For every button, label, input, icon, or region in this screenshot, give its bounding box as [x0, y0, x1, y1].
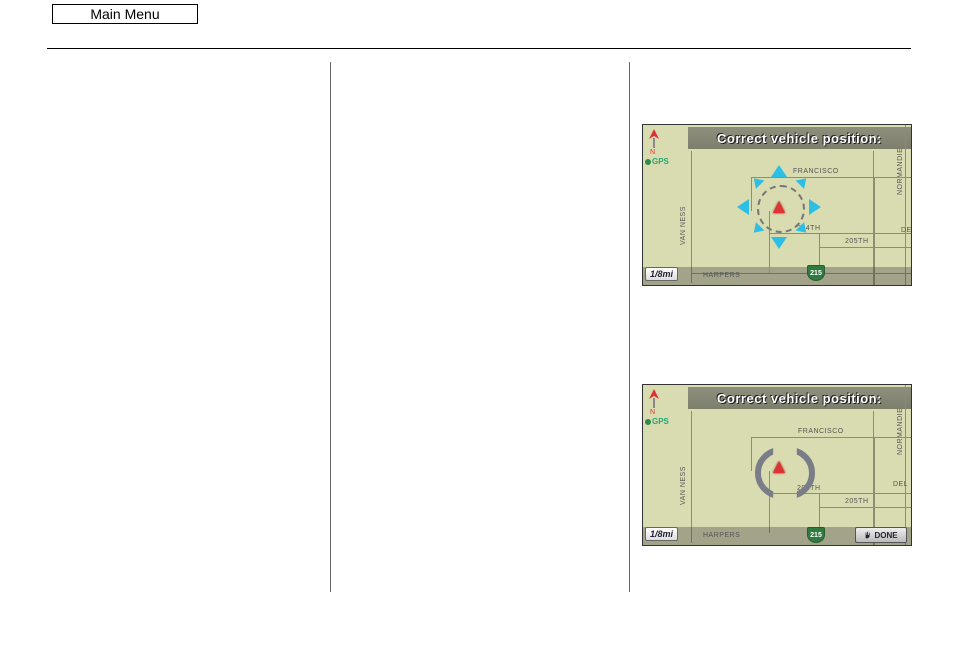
road-name-normandie: NORMANDIE: [897, 148, 904, 195]
map-scale[interactable]: 1/8mi: [645, 527, 678, 541]
scroll-right-arrow[interactable]: [809, 199, 821, 215]
highway-shield-icon: 215: [807, 527, 825, 543]
road-name-van-ness: VAN NESS: [680, 466, 687, 505]
road-line: [873, 411, 874, 437]
map-scale[interactable]: 1/8mi: [645, 267, 678, 281]
gps-indicator: GPS: [645, 417, 669, 426]
road-line: [819, 507, 911, 508]
road-line: [873, 151, 874, 177]
panel-title: Correct vehicle position:: [688, 387, 911, 409]
hand-icon: [864, 531, 872, 539]
header-divider: [47, 48, 911, 49]
road-name-harpers: HARPERS: [703, 272, 740, 279]
map-panel-position: Correct vehicle position: N GPS VAN NESS…: [642, 124, 912, 286]
column-divider: [629, 62, 630, 592]
road-line: [769, 233, 911, 234]
main-menu-button[interactable]: Main Menu: [52, 4, 198, 24]
road-line: [691, 411, 692, 543]
road-name-francisco: FRANCISCO: [798, 428, 844, 435]
gps-status-icon: [645, 159, 651, 165]
svg-text:N: N: [650, 409, 655, 415]
north-indicator: N: [647, 389, 661, 415]
vehicle-arrow-icon: [773, 461, 785, 473]
svg-text:N: N: [650, 149, 655, 155]
highway-shield-icon: 215: [807, 265, 825, 281]
gps-status-icon: [645, 419, 651, 425]
done-button[interactable]: DONE: [855, 527, 907, 543]
road-name-normandie: NORMANDIE: [897, 408, 904, 455]
road-line: [819, 247, 911, 248]
scroll-down-arrow[interactable]: [771, 237, 787, 249]
north-indicator: N: [647, 129, 661, 155]
road-line: [905, 385, 906, 545]
road-name-francisco: FRANCISCO: [793, 168, 839, 175]
scroll-left-arrow[interactable]: [737, 199, 749, 215]
scroll-up-arrow[interactable]: [771, 165, 787, 177]
road-name-del: DEL: [901, 227, 912, 234]
gps-indicator: GPS: [645, 157, 669, 166]
road-line: [691, 151, 692, 283]
bottom-strip: [643, 267, 911, 285]
vehicle-arrow-icon: [773, 201, 785, 213]
road-name-harpers: HARPERS: [703, 532, 740, 539]
main-menu-label: Main Menu: [90, 6, 159, 22]
road-name-van-ness: VAN NESS: [680, 206, 687, 245]
road-line: [751, 177, 911, 178]
road-line: [905, 125, 906, 285]
panel-title: Correct vehicle position:: [688, 127, 911, 149]
road-line: [769, 493, 911, 494]
map-panel-heading: Correct vehicle position: N GPS VAN NESS…: [642, 384, 912, 546]
column-divider: [330, 62, 331, 592]
road-name-del: DEL: [893, 481, 908, 488]
road-line: [751, 437, 911, 438]
road-name-205th: 205TH: [845, 498, 869, 505]
road-line: [751, 437, 752, 471]
road-name-205th: 205TH: [845, 238, 869, 245]
